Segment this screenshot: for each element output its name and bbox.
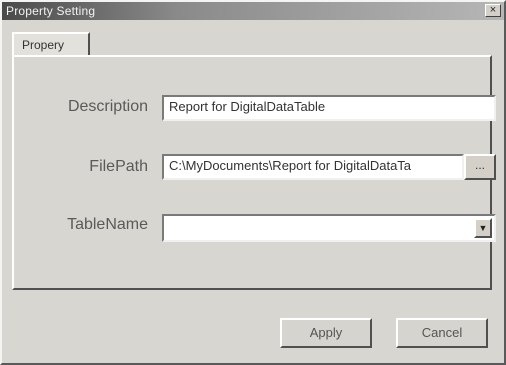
- dropdown-button[interactable]: ▼: [474, 218, 492, 238]
- apply-button-label: Apply: [309, 325, 343, 340]
- cancel-button-label: Cancel: [421, 325, 463, 340]
- cancel-button[interactable]: Cancel: [396, 318, 488, 348]
- apply-button[interactable]: Apply: [280, 318, 372, 348]
- tab-label: Propery: [22, 38, 65, 52]
- filepath-value: C:\MyDocuments\Report for DigitalDataTa: [169, 158, 412, 173]
- property-setting-dialog: Property Setting × Propery Description R…: [0, 0, 506, 365]
- description-value: Report for DigitalDataTable: [169, 99, 326, 114]
- ellipsis-icon: ...: [474, 158, 485, 172]
- description-field[interactable]: Report for DigitalDataTable: [162, 95, 496, 121]
- filepath-label: FilePath: [89, 158, 148, 175]
- description-label: Description: [67, 98, 148, 115]
- chevron-down-icon: ▼: [478, 223, 488, 233]
- tablename-combobox[interactable]: ▼: [162, 214, 496, 242]
- tablename-label: TableName: [67, 216, 148, 233]
- close-button[interactable]: ×: [485, 4, 501, 17]
- dialog-title: Property Setting: [6, 4, 96, 18]
- close-icon: ×: [489, 4, 497, 16]
- title-bar[interactable]: Property Setting ×: [2, 2, 504, 20]
- browse-button[interactable]: ...: [464, 154, 496, 180]
- filepath-field[interactable]: C:\MyDocuments\Report for DigitalDataTa: [162, 154, 464, 180]
- tab-propery[interactable]: Propery: [12, 32, 90, 56]
